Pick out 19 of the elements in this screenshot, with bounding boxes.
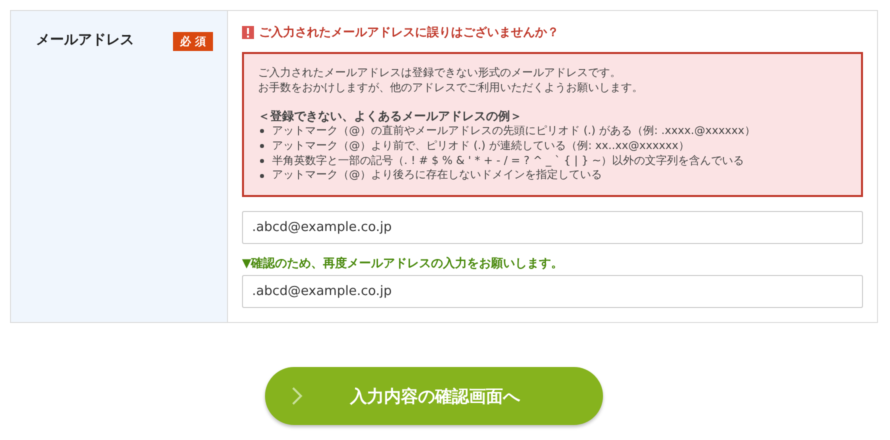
- confirm-email-input[interactable]: .abcd@example.co.jp: [242, 275, 863, 308]
- warning-heading: ご入力されたメールアドレスに誤りはございませんか？: [259, 24, 559, 41]
- email-input[interactable]: .abcd@example.co.jp: [242, 211, 863, 244]
- bullet-icon: [260, 158, 264, 163]
- error-message: お手数をおかけしますが、他のアドレスでご利用いただくようお願いします。: [258, 80, 644, 96]
- example-text: 半角英数字と一部の記号（. ! # $ % & ' * + - / = ? ^ _ ` { | } ~）以外の文字列を含んでいる: [272, 154, 744, 168]
- confirm-hint: ▼確認のため、再度メールアドレスの入力をお願いします。: [242, 255, 564, 272]
- bullet-icon: [260, 144, 264, 148]
- example-text: アットマーク（@）より前で、ピリオド (.) が連続している（例: xx..xx@xxxxxx）: [272, 138, 690, 154]
- example-text: アットマーク（@）の直前やメールアドレスの先頭にピリオド (.) がある（例: .xxxx.@xxxxxx）: [272, 124, 756, 139]
- warning-icon: [242, 26, 254, 39]
- error-message: ご入力されたメールアドレスは登録できない形式のメールアドレスです。: [258, 66, 622, 81]
- chevron-icon: [291, 386, 303, 406]
- example-text: アットマーク（@）より後ろに存在しないドメインを指定している: [272, 168, 602, 184]
- bullet-icon: [260, 129, 264, 134]
- field-label: メールアドレス: [36, 31, 134, 49]
- required-badge: 必 須: [173, 32, 213, 51]
- examples-title: ＜登録できない、よくあるメールアドレスの例＞: [258, 108, 523, 124]
- bullet-icon: [260, 174, 264, 178]
